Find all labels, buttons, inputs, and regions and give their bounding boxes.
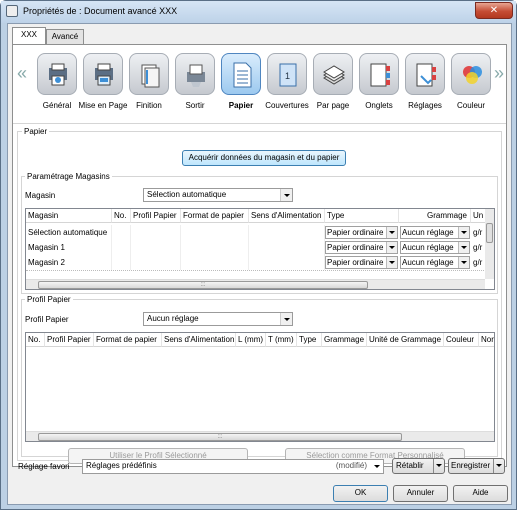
window-title: Propriétés de : Document avancé XXX [23,6,178,16]
save-favorite-button[interactable]: Enregistrer [448,458,505,474]
column-header[interactable]: Nor [479,333,494,347]
column-header[interactable]: Format de papier [181,209,249,223]
dialog-body: XXX Avancé « » Général Mise en Page Fini… [7,23,512,505]
column-header[interactable]: T (mm) [266,333,297,347]
profile-table-hscroll[interactable]: ::: [26,431,494,441]
finishing-icon [141,64,160,88]
layout-icon [95,63,113,86]
printer-icon [6,5,18,17]
column-header[interactable]: Profil Papier [131,209,181,223]
category-output[interactable]: Sortir [173,53,217,123]
column-header[interactable]: Type [297,333,322,347]
type-select[interactable]: Papier ordinaire [325,256,398,269]
column-header[interactable]: Magasin [26,209,112,223]
category-general[interactable]: Général [35,53,79,123]
category-tabs[interactable]: Onglets [357,53,401,123]
profile-select[interactable]: Aucun réglage [143,312,293,326]
covers-icon: 1 [279,63,297,87]
column-header[interactable]: Grammage [399,209,471,223]
column-header[interactable]: No. [26,333,45,347]
trays-group-label: Paramétrage Magasins [25,172,112,181]
output-icon [187,64,205,87]
cancel-button[interactable]: Annuler [393,485,448,502]
favorite-select[interactable]: Réglages prédéfinis (modifié) [82,459,384,474]
column-header[interactable]: Sens d'Alimentation [249,209,325,223]
weight-select[interactable]: Aucun réglage [400,241,470,254]
category-settings[interactable]: Réglages [403,53,447,123]
column-header[interactable]: L (mm) [236,333,266,347]
properties-window: Propriétés de : Document avancé XXX ✕ XX… [0,0,517,510]
column-header[interactable]: Grammage [322,333,367,347]
scroll-left-icon[interactable]: « [17,63,27,84]
column-header[interactable]: Unité de Grammage [367,333,444,347]
category-color[interactable]: Couleur [449,53,493,123]
modified-indicator: (modifié) [335,461,367,470]
tab-xxx[interactable]: XXX [12,27,46,44]
weight-select[interactable]: Aucun réglage [400,226,470,239]
tabs-icon [370,63,390,87]
paper-group-label: Papier [22,127,50,136]
column-header[interactable]: Type [325,209,399,223]
settings-icon [416,63,436,87]
type-select[interactable]: Papier ordinaire [325,241,398,254]
column-header[interactable]: Sens d'Alimentation [162,333,236,347]
category-per-page[interactable]: Par page [311,53,355,123]
column-header[interactable]: Profil Papier [45,333,94,347]
tray-select[interactable]: Sélection automatique [143,188,293,202]
column-header[interactable]: No. [112,209,131,223]
help-button[interactable]: Aide [453,485,508,502]
tray-table-hscroll[interactable]: ::: [26,279,485,289]
category-finishing[interactable]: Finition [127,53,171,123]
color-icon [463,66,482,84]
tray-table-vscroll[interactable] [485,209,494,279]
type-select[interactable]: Papier ordinaire [325,226,398,239]
title-bar: Propriétés de : Document avancé XXX ✕ [1,1,516,23]
ok-button[interactable]: OK [333,485,388,502]
tray-table: Magasin No. Profil Papier Format de papi… [25,208,495,290]
category-toolbar: « » Général Mise en Page Finition Sortir [13,45,506,123]
profile-table: No. Profil Papier Format de papier Sens … [25,332,495,442]
per-page-icon [323,65,345,85]
acquire-tray-data-button[interactable]: Acquérir données du magasin et du papier [182,150,346,166]
profile-label: Profil Papier [25,315,69,324]
paper-icon [233,62,252,88]
category-layout[interactable]: Mise en Page [79,53,127,123]
favorite-label: Réglage favori [18,462,70,471]
column-header[interactable]: Couleur [444,333,479,347]
profile-group-label: Profil Papier [25,295,73,304]
close-button[interactable]: ✕ [475,2,513,19]
tab-advanced[interactable]: Avancé [46,29,84,44]
scroll-right-icon[interactable]: » [494,63,504,84]
tab-panel: « » Général Mise en Page Finition Sortir [12,44,507,467]
tray-label: Magasin [25,191,56,200]
weight-select[interactable]: Aucun réglage [400,256,470,269]
category-paper[interactable]: Papier [219,53,263,123]
general-icon [49,63,67,86]
svg-text:1: 1 [285,71,290,81]
category-covers[interactable]: 1 Couvertures [265,53,309,123]
column-header[interactable]: Format de papier [94,333,162,347]
restore-button[interactable]: Rétablir [392,458,445,474]
